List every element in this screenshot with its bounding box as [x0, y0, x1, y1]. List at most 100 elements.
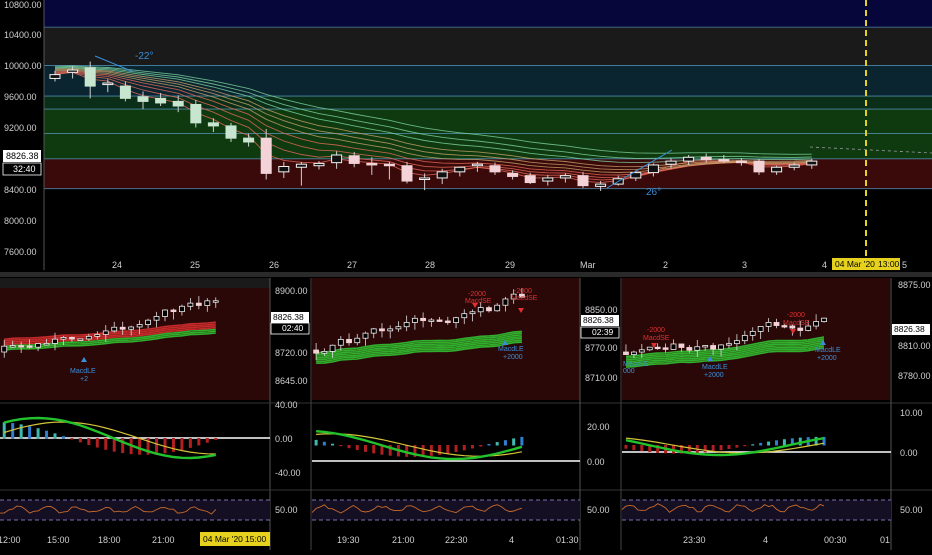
candle-body[interactable] [187, 302, 194, 307]
candle-body[interactable] [49, 74, 61, 79]
candle-body[interactable] [337, 338, 344, 346]
candle-body[interactable] [686, 347, 693, 351]
candle-body[interactable] [806, 160, 818, 166]
candle-body[interactable] [700, 156, 712, 161]
candle-body[interactable] [753, 160, 765, 173]
candle-body[interactable] [436, 319, 443, 322]
candle-body[interactable] [694, 346, 701, 351]
candle-body[interactable] [60, 337, 67, 340]
candle-body[interactable] [329, 344, 336, 352]
candle-body[interactable] [788, 164, 800, 168]
candle-body[interactable] [453, 317, 459, 323]
candle-body[interactable] [665, 160, 677, 165]
candle-body[interactable] [85, 335, 92, 340]
candle-body[interactable] [821, 317, 827, 322]
candle-body[interactable] [84, 67, 96, 87]
candle-body[interactable] [383, 163, 395, 167]
candle-body[interactable] [155, 97, 167, 104]
candle-body[interactable] [379, 328, 385, 332]
candle-body[interactable] [420, 317, 427, 322]
candle-body[interactable] [119, 85, 131, 99]
candle-body[interactable] [26, 345, 33, 348]
candle-body[interactable] [683, 156, 695, 162]
candle-body[interactable] [212, 300, 219, 303]
candle-body[interactable] [9, 345, 16, 348]
candle-body[interactable] [395, 326, 402, 330]
candle-body[interactable] [190, 103, 202, 124]
candle-body[interactable] [678, 343, 685, 348]
candle-body[interactable] [771, 166, 783, 173]
candle-body[interactable] [702, 345, 709, 348]
candle-body[interactable] [577, 175, 589, 187]
candle-body[interactable] [111, 326, 118, 332]
candle-body[interactable] [524, 175, 536, 184]
candle-body[interactable] [119, 326, 126, 330]
candle-body[interactable] [647, 164, 659, 174]
candle-body[interactable] [225, 125, 237, 139]
candle-body[interactable] [331, 154, 343, 164]
candle-body[interactable] [67, 69, 79, 73]
candle-body[interactable] [718, 344, 724, 350]
candle-body[interactable] [137, 96, 149, 102]
candle-body[interactable] [444, 320, 451, 323]
candle-body[interactable] [757, 326, 764, 332]
candle-body[interactable] [489, 165, 501, 173]
candle-body[interactable] [128, 326, 135, 330]
candle-body[interactable] [428, 319, 435, 322]
candle-body[interactable] [477, 307, 484, 313]
candle-body[interactable] [18, 345, 25, 348]
candle-body[interactable] [69, 337, 75, 340]
candle-body[interactable] [813, 321, 820, 327]
candle-body[interactable] [662, 347, 669, 350]
candle-body[interactable] [172, 100, 184, 107]
candle-body[interactable] [654, 346, 661, 350]
candle-body[interactable] [102, 82, 114, 86]
candle-body[interactable] [243, 137, 255, 143]
candle-body[interactable] [370, 328, 377, 334]
candle-body[interactable] [278, 165, 290, 173]
candle-body[interactable] [741, 334, 748, 342]
candle-body[interactable] [313, 349, 320, 354]
candle-body[interactable] [436, 171, 448, 179]
candle-body[interactable] [646, 346, 653, 351]
candle-body[interactable] [43, 343, 50, 346]
candle-body[interactable] [419, 177, 431, 180]
candle-body[interactable] [454, 166, 466, 173]
candle-body[interactable] [295, 163, 307, 168]
candle-body[interactable] [153, 316, 160, 321]
candle-body[interactable] [469, 311, 476, 315]
candle-body[interactable] [401, 165, 413, 182]
candle-body[interactable] [765, 322, 772, 327]
candle-body[interactable] [35, 343, 41, 348]
candle-body[interactable] [346, 338, 352, 344]
candle-body[interactable] [362, 332, 369, 339]
candle-body[interactable] [559, 175, 571, 179]
candle-body[interactable] [136, 324, 143, 328]
chart-canvas[interactable]: -22° 26° 10800.00 10400.00 10000.00 9600… [0, 0, 932, 550]
candle-body[interactable] [486, 307, 492, 312]
candle-body[interactable] [77, 338, 84, 341]
candle-body[interactable] [387, 328, 394, 332]
candle-body[interactable] [260, 137, 272, 174]
candle-body[interactable] [542, 177, 554, 182]
candle-body[interactable] [710, 345, 717, 350]
candle-body[interactable] [403, 322, 410, 328]
candle-body[interactable] [773, 322, 780, 326]
candle-body[interactable] [718, 159, 730, 162]
candle-body[interactable] [354, 337, 361, 344]
candle-body[interactable] [366, 162, 378, 166]
candle-body[interactable] [502, 298, 509, 306]
candle-body[interactable] [52, 338, 58, 344]
candle-body[interactable] [595, 183, 607, 187]
candle-body[interactable] [411, 317, 418, 323]
candle-body[interactable] [638, 349, 645, 353]
candle-body[interactable] [162, 309, 168, 317]
candle-body[interactable] [630, 351, 637, 355]
candle-body[interactable] [623, 351, 629, 355]
candle-body[interactable] [507, 172, 519, 177]
candle-body[interactable] [170, 309, 177, 313]
candle-body[interactable] [195, 302, 202, 306]
candle-body[interactable] [102, 330, 109, 335]
candle-body[interactable] [1, 345, 8, 353]
candle-body[interactable] [726, 343, 732, 346]
